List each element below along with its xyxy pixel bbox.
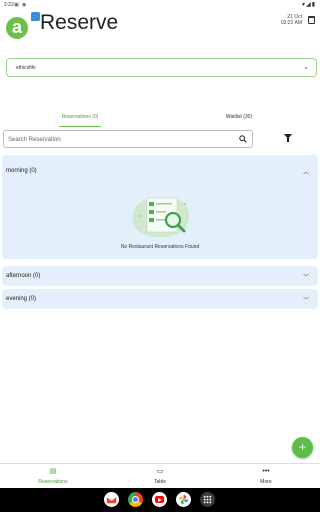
section-afternoon-title[interactable]: afternoon (0) xyxy=(6,273,40,279)
nav-table[interactable]: ▭ Table xyxy=(125,467,195,485)
bottom-nav: ▤ Reservations ▭ Table ••• More xyxy=(0,463,320,488)
tab-waitlist[interactable]: Waitlist (30) xyxy=(218,110,260,127)
photos-app-icon[interactable] xyxy=(176,492,191,507)
filter-icon[interactable] xyxy=(284,134,292,142)
more-icon: ••• xyxy=(262,468,270,475)
restaurant-select-value: ethicsfife xyxy=(16,65,36,71)
gmail-status-icon: ▣ xyxy=(14,2,19,8)
search-field[interactable]: Search Reservation xyxy=(3,130,253,148)
chevron-up-icon[interactable]: ︿ xyxy=(303,167,309,176)
nav-table-label: Table xyxy=(154,479,166,485)
current-time: 02:22 AM xyxy=(280,20,302,26)
android-status-icon: ◉ xyxy=(22,2,27,8)
battery-icon: ▮ xyxy=(311,2,316,8)
restaurant-select[interactable]: ethicsfife ⌄ xyxy=(6,58,317,77)
chrome-app-icon[interactable] xyxy=(128,492,143,507)
section-evening-title[interactable]: evening (0) xyxy=(6,296,36,302)
app-drawer-icon[interactable] xyxy=(200,492,215,507)
search-placeholder: Search Reservation xyxy=(8,137,61,143)
tab-reservations[interactable]: Reservations (0) xyxy=(59,110,101,127)
section-evening[interactable]: evening (0) ﹀ xyxy=(2,289,318,309)
chevron-down-icon: ⌄ xyxy=(303,64,309,71)
calendar-icon[interactable] xyxy=(308,16,315,24)
search-icon[interactable] xyxy=(239,135,247,143)
empty-message: No Restaurant Reservations Found xyxy=(120,244,200,250)
logo-mark-icon: a xyxy=(6,12,40,39)
nav-more-label: More xyxy=(260,479,272,485)
current-datetime: 21 Oct 02:22 AM xyxy=(281,14,302,26)
chevron-down-icon[interactable]: ﹀ xyxy=(303,295,309,304)
empty-reservations-illustration xyxy=(132,197,190,238)
table-icon: ▭ xyxy=(156,468,164,475)
app-logo: a Reserve xyxy=(6,9,122,39)
status-bar: 2:22 ▣ ◉ ▾◢▮ xyxy=(0,0,320,9)
reservations-icon: ▤ xyxy=(49,468,57,475)
add-reservation-button[interactable]: + xyxy=(292,437,313,458)
chevron-down-icon[interactable]: ﹀ xyxy=(303,272,309,281)
section-afternoon[interactable]: afternoon (0) ﹀ xyxy=(2,266,318,286)
nav-more[interactable]: ••• More xyxy=(231,467,301,485)
section-morning: morning (0) ︿ No Restaurant Reservations… xyxy=(2,155,318,259)
section-morning-title[interactable]: morning (0) xyxy=(6,168,37,174)
status-time: 2:22 xyxy=(4,2,14,8)
gmail-app-icon[interactable] xyxy=(104,492,119,507)
youtube-app-icon[interactable] xyxy=(152,492,167,507)
status-right-icons: ▾◢▮ xyxy=(302,1,316,8)
system-taskbar xyxy=(0,488,320,512)
nav-reservations[interactable]: ▤ Reservations xyxy=(18,467,88,485)
tab-bar: Reservations (0) Waitlist (30) xyxy=(0,110,320,127)
app-title: Reserve xyxy=(40,11,119,34)
nav-reservations-label: Reservations xyxy=(38,479,68,485)
